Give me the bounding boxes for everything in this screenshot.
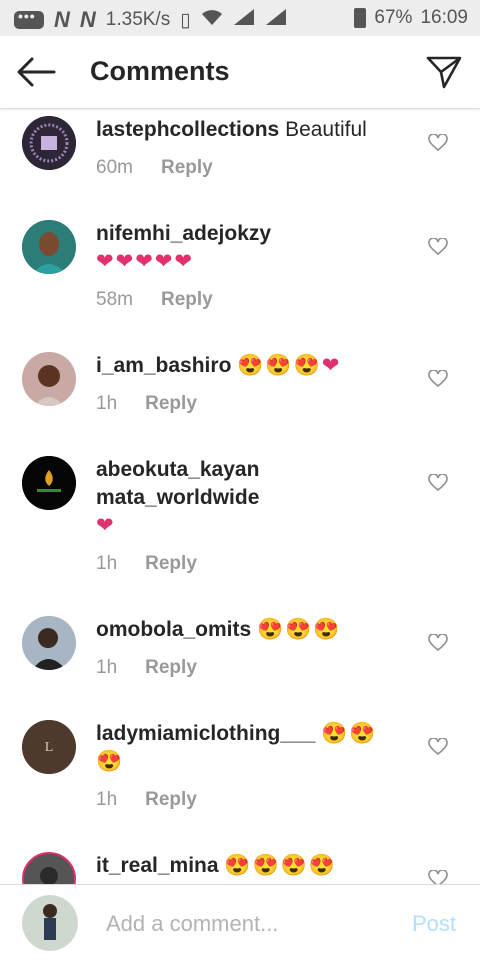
comment-username[interactable]: it_real_mina bbox=[96, 854, 219, 877]
avatar[interactable] bbox=[22, 616, 76, 670]
reply-button[interactable]: Reply bbox=[145, 550, 197, 578]
like-heart-icon[interactable] bbox=[428, 133, 448, 152]
reply-button[interactable]: Reply bbox=[145, 786, 197, 814]
like-heart-icon[interactable] bbox=[428, 237, 448, 256]
comment-time: 1h bbox=[96, 553, 118, 574]
top-app-bar: Comments bbox=[0, 36, 480, 109]
battery-percent: 67% bbox=[374, 7, 413, 28]
comment-time: 1h bbox=[96, 657, 118, 678]
reply-button[interactable]: Reply bbox=[145, 390, 197, 418]
comment-time: 1h bbox=[96, 789, 118, 810]
comment-input[interactable]: Add a comment... bbox=[106, 911, 278, 937]
comment-composer: Add a comment... Post bbox=[0, 884, 480, 961]
comment-username[interactable]: i_am_bashiro bbox=[96, 354, 231, 377]
comment-list[interactable]: lastephcollections Beautiful 60m Reply n… bbox=[0, 108, 480, 884]
wifi-icon bbox=[201, 8, 223, 32]
signal-icon bbox=[265, 8, 287, 32]
battery-icon bbox=[354, 8, 367, 28]
vibrate-icon: ▯ bbox=[180, 9, 191, 31]
comment-emoji: ❤❤❤❤❤ bbox=[96, 250, 194, 273]
post-button[interactable]: Post bbox=[412, 911, 456, 937]
comment-username[interactable]: abeokuta_kayan mata_worldwide bbox=[96, 456, 396, 512]
notification-n-icon: N bbox=[79, 7, 96, 32]
avatar[interactable]: L bbox=[22, 720, 76, 774]
avatar[interactable] bbox=[22, 352, 76, 406]
reply-button[interactable]: Reply bbox=[161, 154, 213, 182]
clock: 16:09 bbox=[420, 7, 468, 28]
reply-button[interactable]: Reply bbox=[161, 286, 213, 314]
svg-text:L: L bbox=[45, 740, 54, 755]
like-heart-icon[interactable] bbox=[428, 737, 448, 756]
network-speed: 1.35K/s bbox=[105, 9, 171, 30]
avatar[interactable] bbox=[22, 852, 76, 884]
like-heart-icon[interactable] bbox=[428, 369, 448, 388]
notification-n-icon: N bbox=[54, 7, 70, 32]
comment-username[interactable]: lastephcollections bbox=[96, 118, 279, 141]
like-heart-icon[interactable] bbox=[428, 473, 448, 492]
current-user-avatar bbox=[22, 895, 78, 951]
status-bar: N N 1.35K/s ▯ 67% 16:09 bbox=[0, 0, 480, 36]
like-heart-icon[interactable] bbox=[428, 633, 448, 652]
signal-icon bbox=[233, 8, 255, 32]
back-arrow-icon[interactable] bbox=[14, 54, 58, 90]
comment-username[interactable]: nifemhi_adejokzy bbox=[96, 220, 396, 248]
send-icon[interactable] bbox=[424, 52, 464, 92]
reply-button[interactable]: Reply bbox=[145, 654, 197, 682]
comment-time: 1h bbox=[96, 393, 118, 414]
comment-text: Beautiful bbox=[285, 118, 367, 141]
avatar[interactable] bbox=[22, 220, 76, 274]
comment-username[interactable]: omobola_omits bbox=[96, 618, 251, 641]
comment-username[interactable]: ladymiamiclothing___ bbox=[96, 722, 315, 745]
comment-emoji: ❤ bbox=[96, 514, 116, 537]
comment-time: 58m bbox=[96, 289, 133, 310]
avatar[interactable] bbox=[22, 116, 76, 170]
comment-time: 60m bbox=[96, 157, 133, 178]
avatar[interactable] bbox=[22, 456, 76, 510]
comment-emoji: 😍😍😍 bbox=[257, 618, 342, 641]
comment-emoji: 😍😍😍😍 bbox=[224, 854, 338, 877]
comment-emoji: 😍😍😍❤ bbox=[237, 354, 342, 377]
like-heart-icon[interactable] bbox=[428, 869, 448, 884]
message-icon bbox=[14, 8, 44, 29]
page-title: Comments bbox=[90, 56, 230, 86]
